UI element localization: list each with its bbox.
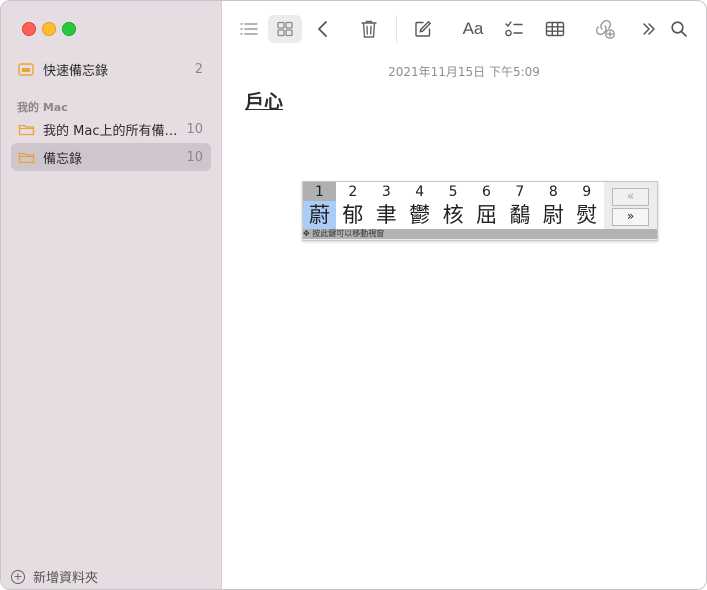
search-button[interactable]	[664, 15, 694, 43]
sidebar-item-all-notes[interactable]: 我的 Mac上的所有備忘錄 10	[11, 115, 211, 143]
toolbar-divider	[396, 15, 397, 43]
more-icon	[643, 23, 655, 35]
add-icon: +	[11, 569, 25, 584]
format-icon: Aa	[462, 19, 484, 38]
close-window-button[interactable]	[22, 22, 36, 36]
candidate-6[interactable]: 6屈	[470, 182, 503, 229]
section-title-my-mac: 我的 Mac	[17, 101, 68, 114]
candidate-number: 8	[548, 184, 558, 200]
candidate-list: 1蔚2郁3聿4鬱5核6屈7鷸8尉9熨	[303, 182, 604, 229]
more-button[interactable]	[634, 15, 664, 43]
candidate-number: 9	[582, 184, 592, 200]
note-date: 2021年11月15日 下午5:09	[388, 65, 540, 79]
candidate-1[interactable]: 1蔚	[303, 182, 336, 229]
table-icon	[545, 21, 565, 37]
candidate-character: 郁	[342, 203, 364, 227]
candidate-number: 5	[448, 184, 458, 200]
candidate-3[interactable]: 3聿	[370, 182, 403, 229]
delete-button[interactable]	[354, 15, 384, 43]
candidate-8[interactable]: 8尉	[537, 182, 570, 229]
candidate-character: 尉	[542, 203, 564, 227]
candidate-character: 熨	[576, 203, 598, 227]
sidebar-item-quick-notes[interactable]: 快速備忘錄 2	[11, 55, 211, 83]
list-view-icon	[240, 23, 258, 35]
candidate-5[interactable]: 5核	[437, 182, 470, 229]
candidate-character: 屈	[476, 203, 497, 227]
candidate-number: 4	[415, 184, 425, 200]
compose-icon	[415, 21, 431, 37]
collaborate-icon	[595, 19, 615, 39]
candidate-7[interactable]: 7鷸	[503, 182, 536, 229]
candidate-character: 鬱	[409, 203, 431, 227]
collaborate-button[interactable]	[590, 15, 620, 43]
sidebar-item-label: 快速備忘錄	[43, 63, 109, 79]
candidate-9[interactable]: 9熨	[570, 182, 603, 229]
next-page-button[interactable]: »	[612, 208, 649, 226]
candidate-character: 鷸	[509, 203, 531, 227]
checklist-button[interactable]	[499, 15, 529, 43]
gallery-view-icon	[277, 21, 293, 37]
compose-button[interactable]	[408, 15, 438, 43]
list-view-button[interactable]	[234, 15, 264, 43]
search-icon	[671, 21, 687, 37]
ime-candidate-window: 1蔚2郁3聿4鬱5核6屈7鷸8尉9熨 « » ✥ 按此鍵可以移動視窗	[302, 181, 658, 241]
format-button[interactable]: Aa	[458, 15, 488, 43]
table-button[interactable]	[540, 15, 570, 43]
candidate-character: 蔚	[303, 201, 336, 229]
sidebar-item-label: 備忘錄	[43, 151, 83, 167]
back-button[interactable]	[308, 15, 338, 43]
toolbar: Aa	[222, 1, 706, 57]
back-icon	[318, 21, 327, 37]
candidate-number: 3	[381, 184, 391, 200]
candidate-character: 核	[442, 203, 464, 227]
minimize-window-button[interactable]	[42, 22, 56, 36]
candidate-character: 聿	[375, 203, 397, 227]
candidate-number: 7	[515, 184, 525, 200]
gallery-view-button[interactable]	[268, 15, 302, 43]
folder-icon	[18, 123, 35, 136]
prev-page-button[interactable]: «	[612, 188, 649, 206]
candidate-number: 6	[482, 184, 491, 200]
candidate-number: 1	[303, 182, 336, 201]
note-count: 10	[186, 149, 203, 165]
candidate-4[interactable]: 4鬱	[403, 182, 436, 229]
folder-icon	[18, 151, 35, 164]
ime-status-bar[interactable]: ✥ 按此鍵可以移動視窗	[303, 229, 657, 239]
zoom-window-button[interactable]	[62, 22, 76, 36]
new-folder-button[interactable]: + 新增資料夾	[11, 567, 98, 586]
note-count: 2	[194, 61, 203, 77]
sidebar-item-label: 我的 Mac上的所有備忘錄	[43, 123, 187, 139]
candidate-number: 2	[348, 184, 358, 200]
note-title[interactable]: 戶心	[245, 87, 283, 114]
new-folder-label: 新增資料夾	[33, 571, 99, 586]
sidebar: 快速備忘錄 2 我的 Mac 我的 Mac上的所有備忘錄 10 備忘錄 10 +…	[1, 1, 222, 589]
notes-window: 快速備忘錄 2 我的 Mac 我的 Mac上的所有備忘錄 10 備忘錄 10 +…	[0, 0, 707, 590]
sidebar-item-notes[interactable]: 備忘錄 10	[11, 143, 211, 171]
candidate-2[interactable]: 2郁	[336, 182, 369, 229]
trash-icon	[361, 20, 377, 38]
note-count: 10	[186, 121, 203, 137]
checklist-icon	[505, 21, 523, 37]
quick-note-icon	[18, 62, 35, 76]
